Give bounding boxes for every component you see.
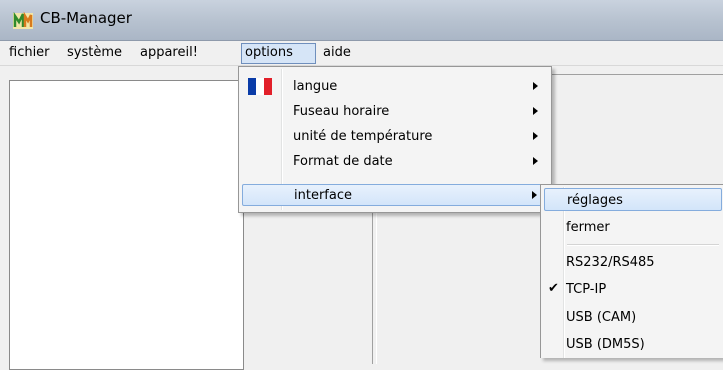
- menu-item-interface[interactable]: interface: [242, 184, 548, 206]
- menu-options[interactable]: options: [241, 43, 316, 64]
- submenu-item-rs232-rs485[interactable]: RS232/RS485: [544, 251, 722, 274]
- submenu-item-label: RS232/RS485: [566, 255, 655, 270]
- menu-item-format-date[interactable]: Format de date: [242, 151, 548, 173]
- menu-appareil[interactable]: appareil!: [137, 44, 201, 62]
- submenu-item-label: réglages: [567, 193, 623, 208]
- submenu-item-reglages[interactable]: réglages: [544, 188, 722, 211]
- submenu-item-usb-cam[interactable]: USB (CAM): [544, 306, 722, 329]
- left-panel[interactable]: [9, 80, 244, 370]
- window-title: CB-Manager: [40, 9, 132, 27]
- interface-submenu: réglages fermer RS232/RS485 ✔ TCP-IP USB…: [540, 184, 723, 358]
- submenu-arrow-icon: [533, 132, 538, 140]
- submenu-arrow-icon: [533, 82, 538, 90]
- french-flag-icon: [248, 78, 272, 95]
- cb-manager-logo-icon: [13, 11, 33, 29]
- menu-systeme[interactable]: système: [64, 44, 125, 62]
- menu-item-fuseau-horaire[interactable]: Fuseau horaire: [242, 101, 548, 123]
- submenu-item-tcp-ip[interactable]: ✔ TCP-IP: [544, 278, 722, 301]
- menu-item-unite-temperature[interactable]: unité de température: [242, 126, 548, 148]
- menu-item-langue[interactable]: langue: [242, 76, 548, 98]
- menu-separator: [567, 244, 719, 246]
- menu-item-label: Format de date: [293, 154, 393, 169]
- menu-fichier[interactable]: fichier: [6, 44, 53, 62]
- submenu-arrow-icon: [533, 107, 538, 115]
- submenu-item-fermer[interactable]: fermer: [544, 216, 722, 239]
- menu-item-label: interface: [294, 188, 352, 203]
- options-dropdown-menu: langue Fuseau horaire unité de températu…: [238, 66, 552, 213]
- submenu-item-label: USB (DM5S): [566, 337, 645, 352]
- menu-item-label: langue: [293, 79, 338, 94]
- submenu-arrow-icon: [532, 191, 537, 199]
- menu-item-label: Fuseau horaire: [293, 104, 390, 119]
- checkmark-icon: ✔: [548, 281, 559, 296]
- submenu-arrow-icon: [533, 157, 538, 165]
- submenu-item-label: TCP-IP: [566, 282, 607, 297]
- submenu-item-label: USB (CAM): [566, 310, 637, 325]
- menu-item-label: unité de température: [293, 129, 433, 144]
- submenu-item-usb-dm5s[interactable]: USB (DM5S): [544, 333, 722, 356]
- submenu-item-label: fermer: [566, 220, 610, 235]
- menu-bar: fichier système appareil! options aide: [0, 41, 723, 66]
- title-bar: CB-Manager: [0, 0, 723, 41]
- menu-aide[interactable]: aide: [320, 44, 354, 62]
